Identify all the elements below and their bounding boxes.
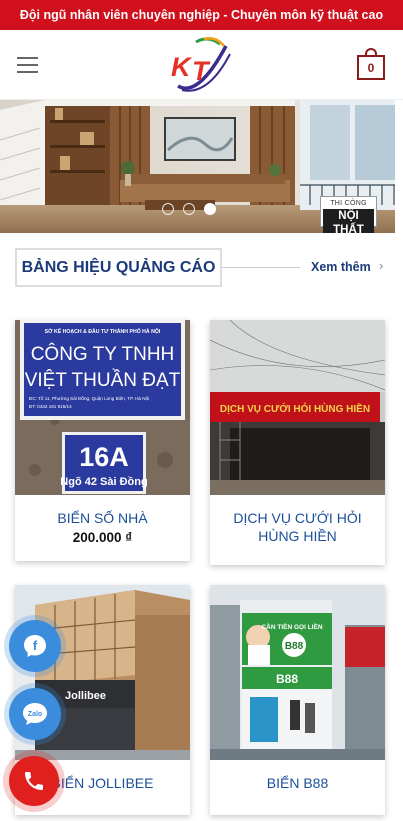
shop-sign-text: DỊCH VỤ CƯỚI HỎI HÙNG HIỀN — [220, 402, 370, 415]
call-button[interactable] — [9, 756, 59, 806]
slider-dot-active[interactable] — [204, 203, 216, 215]
facebook-letter: f — [33, 638, 38, 653]
see-more-link[interactable]: Xem thêm — [311, 260, 371, 274]
product-image-house-number: SỞ KẾ HOẠCH & ĐẦU TƯ THÀNH PHỐ HÀ NỘI CÔ… — [15, 320, 190, 495]
product-name[interactable]: DỊCH VỤ CƯỚI HỎI HÙNG HIỀN — [210, 509, 385, 545]
sign-company-line2: VIỆT THUẦN ĐẠT — [25, 369, 181, 391]
top-announcement-bar: Đội ngũ nhân viên chuyên nghiệp - Chuyên… — [0, 0, 403, 30]
cart-count: 0 — [357, 55, 385, 80]
product-image-wedding-sign: DỊCH VỤ CƯỚI HỎI HÙNG HIỀN — [210, 320, 385, 495]
svg-text:T: T — [192, 56, 211, 86]
product-name[interactable]: BIỂN SỐ NHÀ — [15, 509, 190, 527]
chevron-right-icon[interactable]: › — [379, 258, 383, 273]
section-title-text: BẢNG HIỆU QUẢNG CÁO — [21, 258, 216, 276]
svg-text:K: K — [171, 52, 193, 82]
slider-dots — [162, 203, 216, 215]
menu-icon[interactable] — [17, 57, 38, 73]
facebook-messenger-icon: f — [24, 635, 46, 657]
badge-big-text: NỘI THẤT — [323, 209, 374, 233]
sign-header-text: SỞ KẾ HOẠCH & ĐẦU TƯ THÀNH PHỐ HÀ NỘI — [45, 327, 161, 335]
zalo-label: Zalo — [28, 711, 42, 718]
zalo-button[interactable]: Zalo — [9, 688, 61, 740]
product-name[interactable]: BIỂN B88 — [210, 774, 385, 792]
product-card[interactable]: CẦN TIỀN GỌI LIỀN B88 B88 BIỂN B88 — [210, 585, 385, 815]
sign-address: ĐC: Tổ 11, Phường Sài Đồng, Quận Long Bi… — [29, 395, 149, 401]
b88-logo-text: B88 — [285, 641, 304, 652]
slider-dot[interactable] — [183, 203, 195, 215]
slider-dot[interactable] — [162, 203, 174, 215]
hero-banner[interactable]: THI CÔNG NỘI THẤT — [0, 100, 403, 233]
product-card[interactable]: SỞ KẾ HOẠCH & ĐẦU TƯ THÀNH PHỐ HÀ NỘI CÔ… — [15, 320, 190, 561]
cart-button[interactable]: 0 — [357, 48, 385, 80]
product-card[interactable]: DỊCH VỤ CƯỚI HỎI HÙNG HIỀN DỊCH VỤ CƯỚI … — [210, 320, 385, 565]
badge-small-text: THI CÔNG — [330, 200, 367, 207]
product-price: 200.000 ₫ — [72, 530, 133, 545]
section-divider — [222, 267, 300, 268]
street-text: Ngõ 42 Sài Đồng — [60, 476, 147, 488]
zalo-icon: Zalo — [23, 703, 47, 725]
jollibee-sign-text: Jollibee — [65, 690, 106, 702]
sign-phone: ĐT: 0432 161 915/14 — [29, 404, 72, 409]
b88-storefront-text: B88 — [276, 672, 298, 686]
interior-badge: THI CÔNG NỘI THẤT — [320, 196, 377, 233]
product-image-b88: CẦN TIỀN GỌI LIỀN B88 B88 — [210, 585, 385, 760]
facebook-button[interactable]: f — [9, 620, 61, 672]
announcement-text: Đội ngũ nhân viên chuyên nghiệp - Chuyên… — [19, 8, 384, 22]
phone-icon — [25, 772, 43, 790]
kt-logo[interactable]: K T — [168, 36, 234, 94]
house-number-text: 16A — [79, 442, 129, 472]
section-title: BẢNG HIỆU QUẢNG CÁO — [15, 248, 222, 287]
sign-company-line1: CÔNG TY TNHH — [31, 343, 175, 365]
site-header: K T 0 — [0, 30, 403, 100]
